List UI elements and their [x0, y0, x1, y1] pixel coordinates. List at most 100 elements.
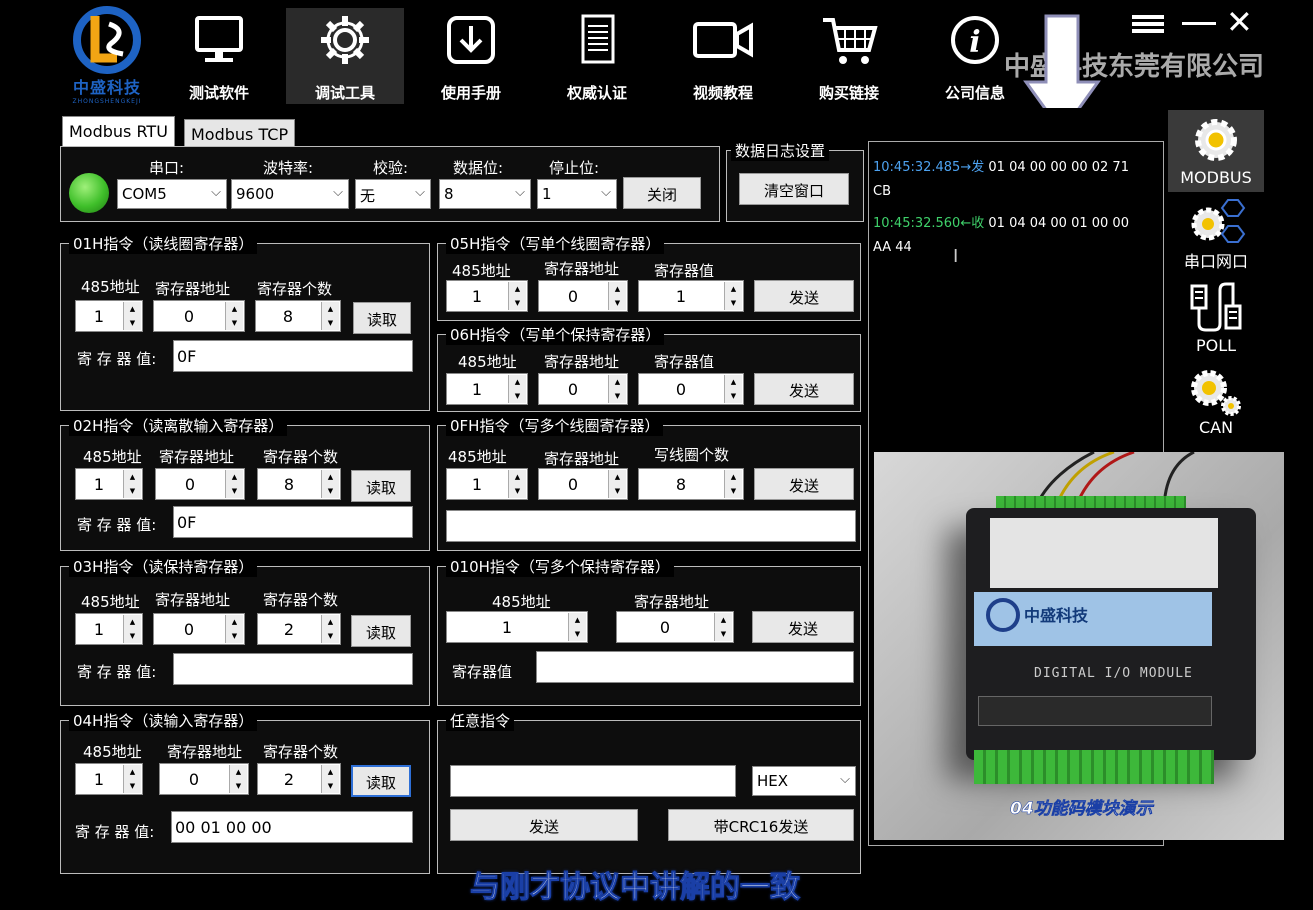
reg-stepper[interactable]: 0 ▲ ▼ [538, 280, 628, 312]
send-button[interactable]: 发送 [450, 809, 638, 841]
cnt-stepper[interactable]: 2 ▲ ▼ [257, 613, 341, 645]
val-stepper[interactable]: 0 ▲ ▼ [638, 373, 744, 405]
down-arrow-icon[interactable]: ▼ [609, 484, 626, 498]
down-arrow-icon[interactable]: ▼ [725, 296, 742, 310]
nav-test-software[interactable]: 测试软件 [160, 8, 278, 104]
up-arrow-icon[interactable]: ▲ [124, 470, 141, 484]
up-arrow-icon[interactable]: ▲ [509, 375, 526, 389]
down-arrow-icon[interactable]: ▼ [230, 779, 247, 793]
send-crc16-button[interactable]: 带CRC16发送 [668, 809, 854, 841]
side-item-modbus[interactable]: MODBUS [1168, 110, 1264, 192]
down-arrow-icon[interactable]: ▼ [715, 627, 732, 641]
nav-purchase-link[interactable]: 购买链接 [790, 8, 908, 104]
nav-certification[interactable]: 权威认证 [538, 8, 656, 104]
up-arrow-icon[interactable]: ▲ [226, 470, 243, 484]
addr-stepper[interactable]: 1 ▲ ▼ [75, 763, 143, 795]
addr-stepper[interactable]: 1 ▲ ▼ [446, 373, 528, 405]
down-arrow-icon[interactable]: ▼ [725, 389, 742, 403]
send-button[interactable]: 发送 [752, 611, 854, 643]
cnt-stepper[interactable]: 2 ▲ ▼ [257, 763, 341, 795]
up-arrow-icon[interactable]: ▲ [725, 375, 742, 389]
send-button[interactable]: 发送 [754, 280, 854, 312]
cnt-stepper[interactable]: 8 ▲ ▼ [638, 468, 744, 500]
up-arrow-icon[interactable]: ▲ [509, 282, 526, 296]
val-stepper[interactable]: 1 ▲ ▼ [638, 280, 744, 312]
down-arrow-icon[interactable]: ▼ [124, 484, 141, 498]
down-arrow-icon[interactable]: ▼ [124, 629, 141, 643]
nav-user-manual[interactable]: 使用手册 [412, 8, 530, 104]
send-button[interactable]: 发送 [754, 468, 854, 500]
up-arrow-icon[interactable]: ▲ [715, 613, 732, 627]
clear-window-button[interactable]: 清空窗口 [739, 173, 849, 205]
addr-stepper[interactable]: 1 ▲ ▼ [446, 611, 588, 643]
read-button[interactable]: 读取 [351, 470, 411, 502]
up-arrow-icon[interactable]: ▲ [725, 282, 742, 296]
send-button[interactable]: 发送 [754, 373, 854, 405]
value-field[interactable] [173, 653, 413, 685]
coil-data-field[interactable] [446, 510, 856, 542]
up-arrow-icon[interactable]: ▲ [322, 470, 339, 484]
up-arrow-icon[interactable]: ▲ [609, 375, 626, 389]
read-button[interactable]: 读取 [351, 615, 411, 647]
cnt-stepper[interactable]: 8 ▲ ▼ [255, 300, 341, 332]
down-arrow-icon[interactable]: ▼ [322, 316, 339, 330]
addr-stepper[interactable]: 1 ▲ ▼ [75, 300, 143, 332]
up-arrow-icon[interactable]: ▲ [609, 282, 626, 296]
down-arrow-icon[interactable]: ▼ [226, 484, 243, 498]
menu-icon[interactable] [1132, 12, 1164, 36]
port-select[interactable]: COM5 ⌵ [117, 179, 227, 209]
baud-select[interactable]: 9600 ⌵ [231, 179, 349, 209]
up-arrow-icon[interactable]: ▲ [509, 470, 526, 484]
down-arrow-icon[interactable]: ▼ [322, 779, 339, 793]
reg-stepper[interactable]: 0 ▲ ▼ [153, 300, 245, 332]
tab-modbus-rtu[interactable]: Modbus RTU [62, 116, 175, 146]
value-field[interactable]: 00 01 00 00 [171, 811, 413, 843]
up-arrow-icon[interactable]: ▲ [124, 765, 141, 779]
up-arrow-icon[interactable]: ▲ [322, 615, 339, 629]
down-arrow-icon[interactable]: ▼ [322, 484, 339, 498]
reg-stepper[interactable]: 0 ▲ ▼ [159, 763, 249, 795]
reg-stepper[interactable]: 0 ▲ ▼ [538, 468, 628, 500]
reg-stepper[interactable]: 0 ▲ ▼ [155, 468, 245, 500]
down-arrow-icon[interactable]: ▼ [509, 296, 526, 310]
databits-select[interactable]: 8 ⌵ [439, 179, 531, 209]
stopbits-select[interactable]: 1 ⌵ [537, 179, 617, 209]
side-item-serial-network[interactable]: 串口网口 [1168, 194, 1264, 274]
up-arrow-icon[interactable]: ▲ [569, 613, 586, 627]
reg-stepper[interactable]: 0 ▲ ▼ [153, 613, 245, 645]
reg-stepper[interactable]: 0 ▲ ▼ [616, 611, 734, 643]
nav-video-tutorial[interactable]: 视频教程 [664, 8, 782, 104]
down-arrow-icon[interactable]: ▼ [509, 484, 526, 498]
up-arrow-icon[interactable]: ▲ [124, 615, 141, 629]
read-button[interactable]: 读取 [351, 765, 411, 797]
addr-stepper[interactable]: 1 ▲ ▼ [446, 468, 528, 500]
down-arrow-icon[interactable]: ▼ [609, 389, 626, 403]
down-arrow-icon[interactable]: ▼ [509, 389, 526, 403]
addr-stepper[interactable]: 1 ▲ ▼ [75, 468, 143, 500]
addr-stepper[interactable]: 1 ▲ ▼ [446, 280, 528, 312]
down-arrow-icon[interactable]: ▼ [226, 629, 243, 643]
up-arrow-icon[interactable]: ▲ [322, 765, 339, 779]
down-arrow-icon[interactable]: ▼ [124, 316, 141, 330]
nav-debug-tools[interactable]: 调试工具 [286, 8, 404, 104]
tab-modbus-tcp[interactable]: Modbus TCP [184, 119, 296, 147]
up-arrow-icon[interactable]: ▲ [725, 470, 742, 484]
parity-select[interactable]: 无 ⌵ [355, 179, 431, 209]
up-arrow-icon[interactable]: ▲ [226, 302, 243, 316]
read-button[interactable]: 读取 [353, 302, 411, 334]
side-item-can[interactable]: CAN [1168, 364, 1264, 444]
down-arrow-icon[interactable]: ▼ [725, 484, 742, 498]
value-field[interactable] [536, 651, 854, 683]
down-arrow-icon[interactable]: ▼ [609, 296, 626, 310]
down-arrow-icon[interactable]: ▼ [124, 779, 141, 793]
close-port-button[interactable]: 关闭 [623, 177, 701, 209]
side-item-poll[interactable]: POLL [1168, 280, 1264, 358]
cnt-stepper[interactable]: 8 ▲ ▼ [257, 468, 341, 500]
format-select[interactable]: HEX ⌵ [752, 766, 856, 796]
up-arrow-icon[interactable]: ▲ [322, 302, 339, 316]
reg-stepper[interactable]: 0 ▲ ▼ [538, 373, 628, 405]
down-arrow-icon[interactable]: ▼ [226, 316, 243, 330]
down-arrow-icon[interactable]: ▼ [322, 629, 339, 643]
up-arrow-icon[interactable]: ▲ [226, 615, 243, 629]
down-arrow-icon[interactable]: ▼ [569, 627, 586, 641]
